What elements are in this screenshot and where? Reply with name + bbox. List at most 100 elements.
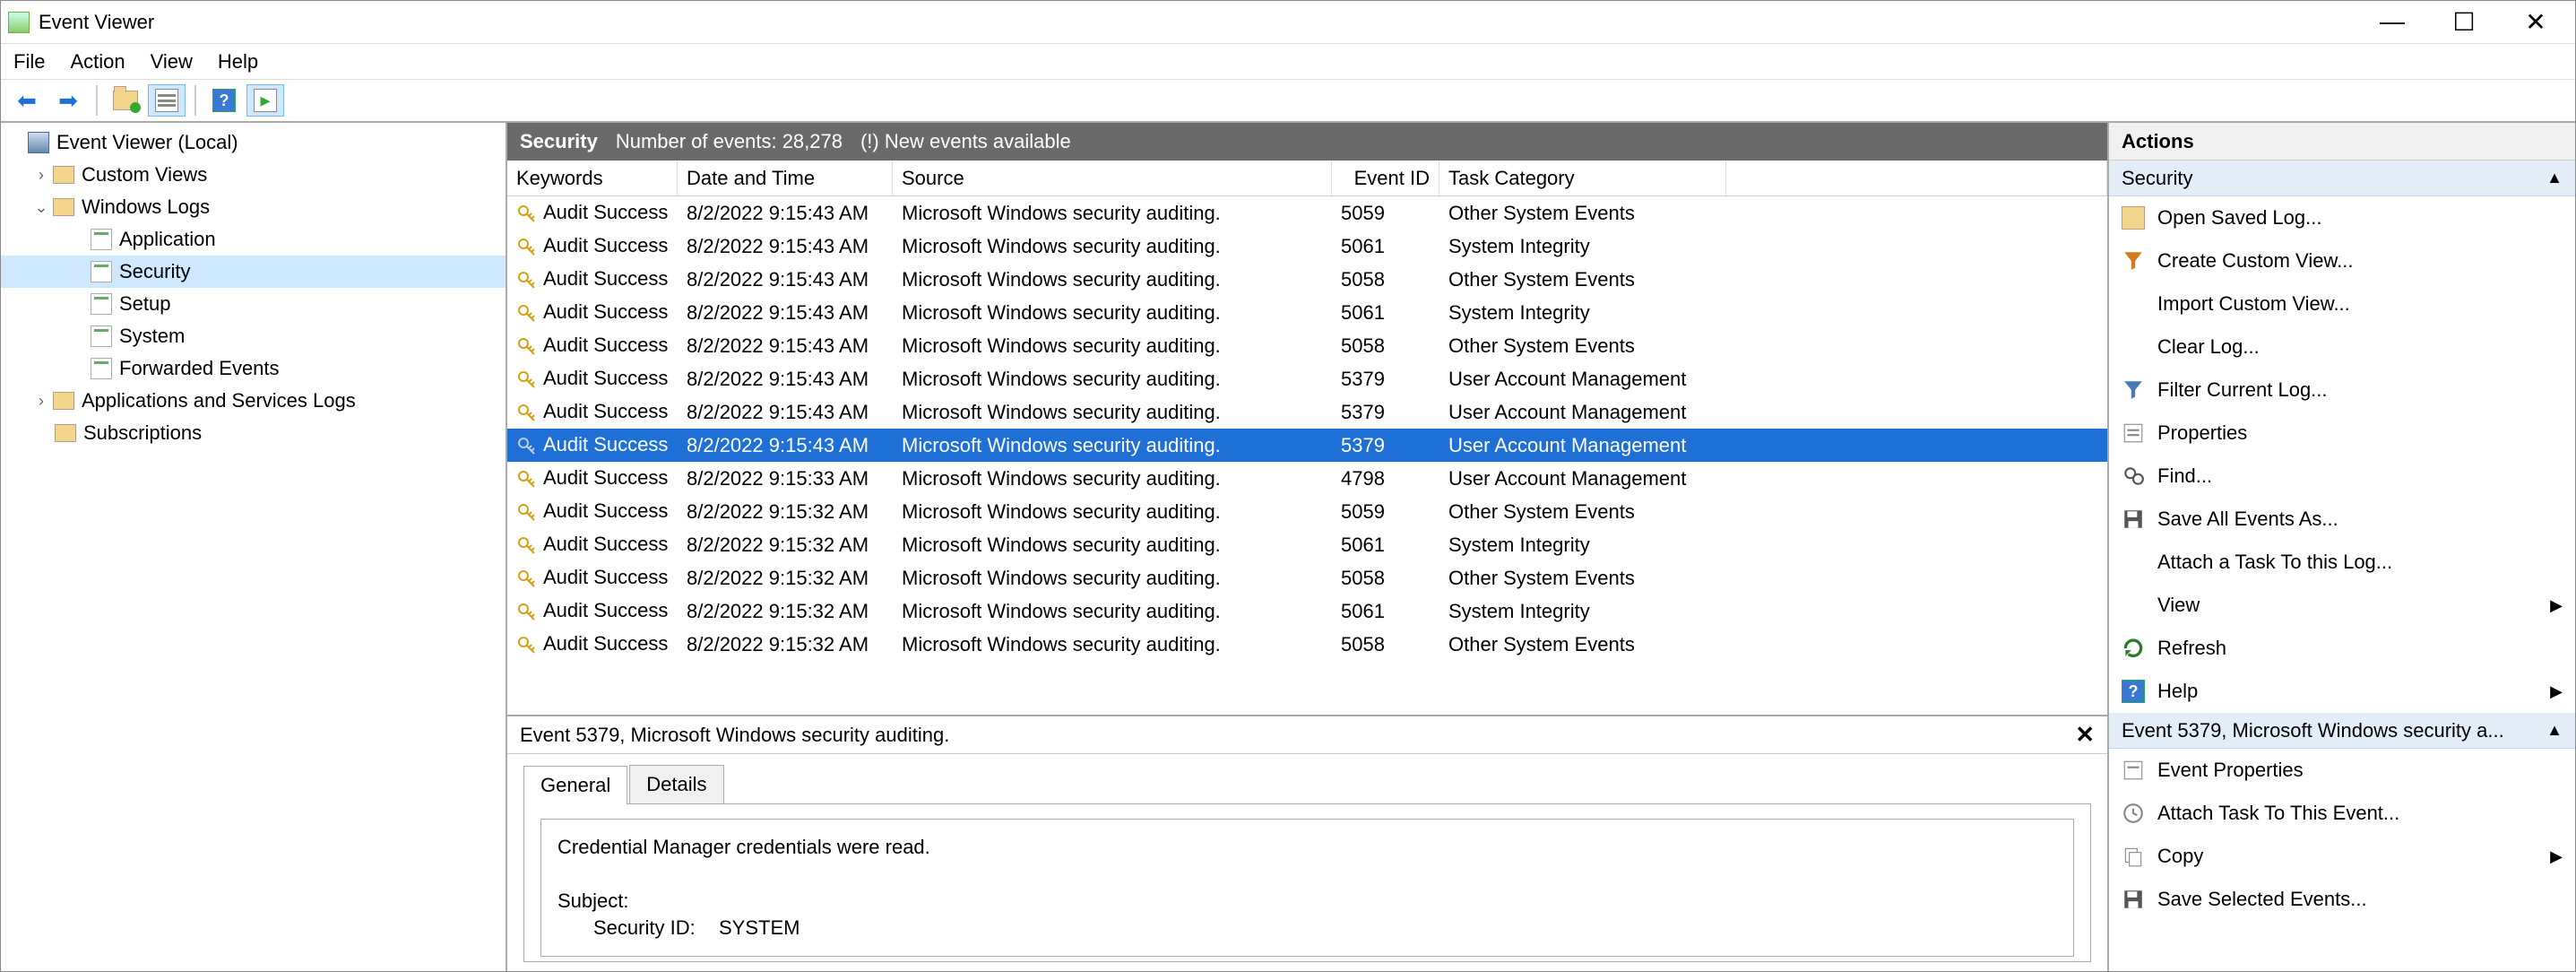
cell-event-id: 5379	[1332, 401, 1439, 424]
blank-icon	[2122, 335, 2145, 359]
tree-label: Windows Logs	[82, 195, 210, 219]
detail-close-button[interactable]: ✕	[2075, 721, 2095, 749]
menu-view[interactable]: View	[151, 50, 193, 74]
action-find[interactable]: Find...	[2109, 455, 2575, 498]
actions-section-event[interactable]: Event 5379, Microsoft Windows security a…	[2109, 713, 2575, 749]
nav-back-button[interactable]	[8, 84, 46, 117]
log-icon	[91, 358, 112, 379]
action-create-custom-view[interactable]: Create Custom View...	[2109, 239, 2575, 282]
col-source[interactable]: Source	[893, 161, 1332, 195]
arrow-right-icon	[58, 87, 78, 115]
event-row[interactable]: Audit Success8/2/2022 9:15:43 AMMicrosof…	[507, 296, 2107, 329]
cell-event-id: 5061	[1332, 600, 1439, 623]
action-label: Event Properties	[2157, 759, 2304, 782]
action-open-saved-log[interactable]: Open Saved Log...	[2109, 196, 2575, 239]
cell-event-id: 5061	[1332, 534, 1439, 557]
tree-label: Setup	[119, 292, 171, 316]
run-task-button[interactable]: ▸	[246, 84, 284, 117]
action-label: Save Selected Events...	[2157, 888, 2367, 911]
cell-keywords: Audit Success	[543, 533, 668, 555]
action-label: Clear Log...	[2157, 335, 2260, 359]
expander-icon[interactable]: ›	[30, 392, 53, 411]
action-save-all-events[interactable]: Save All Events As...	[2109, 498, 2575, 541]
event-row[interactable]: Audit Success8/2/2022 9:15:43 AMMicrosof…	[507, 196, 2107, 230]
col-datetime[interactable]: Date and Time	[678, 161, 893, 195]
event-row[interactable]: Audit Success8/2/2022 9:15:43 AMMicrosof…	[507, 329, 2107, 362]
expander-icon[interactable]: ›	[30, 166, 53, 185]
col-keywords[interactable]: Keywords	[507, 161, 678, 195]
tree-log-security[interactable]: Security	[1, 256, 506, 288]
tree-log-system[interactable]: System	[1, 320, 506, 352]
action-properties[interactable]: Properties	[2109, 412, 2575, 455]
collapse-icon[interactable]: ▲	[2546, 721, 2563, 740]
log-icon	[91, 261, 112, 282]
action-clear-log[interactable]: Clear Log...	[2109, 325, 2575, 369]
tree-label: System	[119, 325, 185, 348]
event-row[interactable]: Audit Success8/2/2022 9:15:43 AMMicrosof…	[507, 395, 2107, 429]
folder-icon	[2122, 206, 2145, 230]
action-import-custom-view[interactable]: Import Custom View...	[2109, 282, 2575, 325]
grid-body[interactable]: Audit Success8/2/2022 9:15:43 AMMicrosof…	[507, 196, 2107, 715]
action-attach-task[interactable]: Attach a Task To this Log...	[2109, 541, 2575, 584]
event-row[interactable]: Audit Success8/2/2022 9:15:32 AMMicrosof…	[507, 594, 2107, 628]
cell-keywords: Audit Success	[543, 566, 668, 588]
tree-log-forwarded[interactable]: Forwarded Events	[1, 352, 506, 385]
menu-help[interactable]: Help	[218, 50, 258, 74]
tree-log-application[interactable]: Application	[1, 223, 506, 256]
action-view[interactable]: View▶	[2109, 584, 2575, 627]
col-event-id[interactable]: Event ID	[1332, 161, 1439, 195]
key-icon	[516, 403, 538, 424]
tree-windows-logs[interactable]: ⌄ Windows Logs	[1, 191, 506, 223]
event-viewer-icon	[28, 132, 49, 153]
open-folder-button[interactable]	[107, 84, 144, 117]
action-event-properties[interactable]: Event Properties	[2109, 749, 2575, 792]
cell-datetime: 8/2/2022 9:15:32 AM	[678, 500, 893, 524]
properties-button[interactable]	[148, 84, 186, 117]
event-row[interactable]: Audit Success8/2/2022 9:15:32 AMMicrosof…	[507, 561, 2107, 594]
help-button[interactable]: ?	[205, 84, 243, 117]
close-button[interactable]: ✕	[2518, 7, 2554, 37]
tree-root[interactable]: Event Viewer (Local)	[1, 126, 506, 159]
nav-forward-button[interactable]	[49, 84, 87, 117]
action-help[interactable]: ?Help▶	[2109, 670, 2575, 713]
log-header-title: Security	[520, 130, 598, 153]
event-row[interactable]: Audit Success8/2/2022 9:15:32 AMMicrosof…	[507, 495, 2107, 528]
tree-apps-services[interactable]: › Applications and Services Logs	[1, 385, 506, 417]
tab-general[interactable]: General	[523, 766, 627, 804]
key-icon	[516, 436, 538, 457]
cell-event-id: 5059	[1332, 500, 1439, 524]
minimize-button[interactable]: —	[2374, 7, 2410, 37]
properties-icon	[2122, 421, 2145, 445]
cell-event-id: 5058	[1332, 268, 1439, 291]
actions-section-security[interactable]: Security ▲	[2109, 161, 2575, 196]
event-row[interactable]: Audit Success8/2/2022 9:15:43 AMMicrosof…	[507, 230, 2107, 263]
menu-file[interactable]: File	[13, 50, 45, 74]
tab-details[interactable]: Details	[629, 765, 723, 803]
collapse-icon[interactable]: ▲	[2546, 169, 2563, 187]
col-extra[interactable]	[1726, 161, 2107, 195]
action-attach-event-task[interactable]: Attach Task To This Event...	[2109, 792, 2575, 835]
tree-custom-views[interactable]: › Custom Views	[1, 159, 506, 191]
action-save-selected[interactable]: Save Selected Events...	[2109, 878, 2575, 921]
event-row[interactable]: Audit Success8/2/2022 9:15:43 AMMicrosof…	[507, 429, 2107, 462]
event-row[interactable]: Audit Success8/2/2022 9:15:32 AMMicrosof…	[507, 528, 2107, 561]
maximize-button[interactable]: ☐	[2446, 7, 2482, 37]
menu-action[interactable]: Action	[70, 50, 125, 74]
event-row[interactable]: Audit Success8/2/2022 9:15:43 AMMicrosof…	[507, 362, 2107, 395]
action-refresh[interactable]: Refresh	[2109, 627, 2575, 670]
event-row[interactable]: Audit Success8/2/2022 9:15:33 AMMicrosof…	[507, 462, 2107, 495]
event-row[interactable]: Audit Success8/2/2022 9:15:32 AMMicrosof…	[507, 628, 2107, 661]
detail-title: Event 5379, Microsoft Windows security a…	[520, 724, 949, 747]
event-row[interactable]: Audit Success8/2/2022 9:15:43 AMMicrosof…	[507, 263, 2107, 296]
action-copy[interactable]: Copy▶	[2109, 835, 2575, 878]
action-filter-log[interactable]: Filter Current Log...	[2109, 369, 2575, 412]
cell-keywords: Audit Success	[543, 201, 668, 223]
col-task-category[interactable]: Task Category	[1439, 161, 1726, 195]
folder-icon	[53, 392, 74, 410]
cell-keywords: Audit Success	[543, 599, 668, 621]
key-icon	[516, 270, 538, 291]
action-label: Copy	[2157, 845, 2203, 868]
tree-subscriptions[interactable]: Subscriptions	[1, 417, 506, 449]
expander-icon[interactable]: ⌄	[30, 198, 53, 217]
tree-log-setup[interactable]: Setup	[1, 288, 506, 320]
